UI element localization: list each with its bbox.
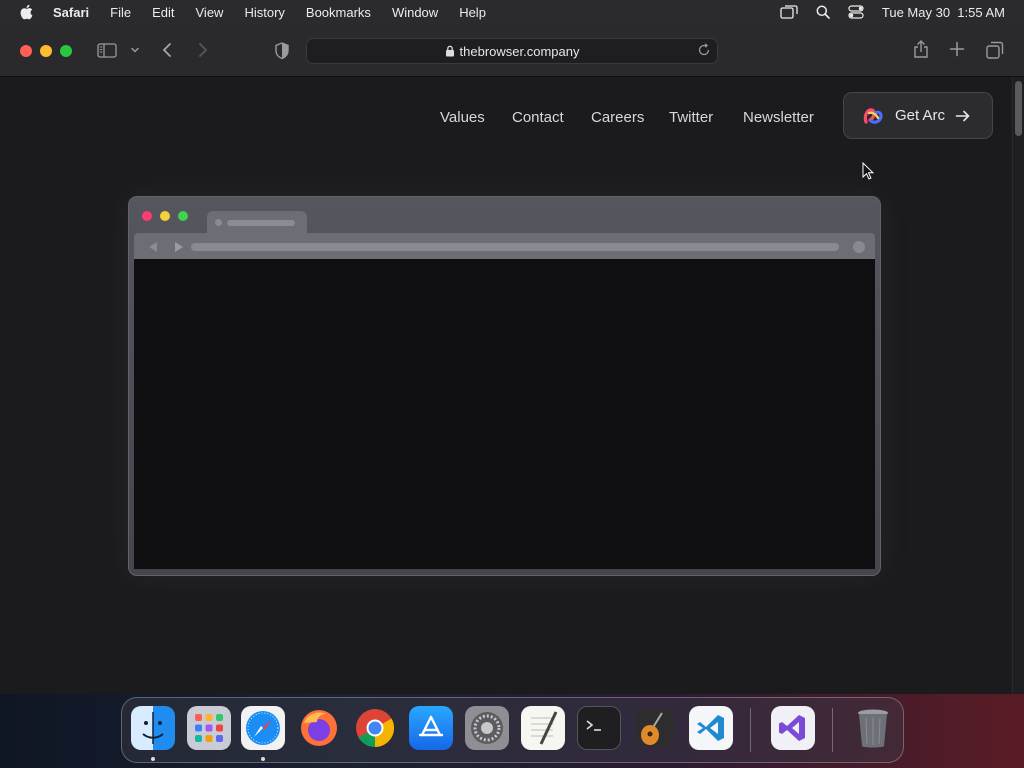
reload-icon[interactable]	[697, 43, 711, 60]
dock-separator-trash	[832, 708, 833, 752]
screen-mirroring-icon[interactable]	[780, 5, 798, 19]
vscode-icon[interactable]	[689, 706, 733, 750]
page-scrollbar[interactable]	[1012, 78, 1024, 694]
nav-contact-link[interactable]: Contact	[512, 109, 564, 126]
sidebar-toggle-icon[interactable]	[97, 43, 117, 58]
zoom-window-button[interactable]	[60, 45, 72, 57]
share-icon[interactable]	[912, 39, 930, 59]
chevron-down-icon[interactable]	[130, 46, 140, 54]
safari-window: thebrowser.company Values Contact Career…	[0, 24, 1024, 694]
menu-app-name[interactable]: Safari	[53, 5, 89, 20]
lock-icon	[445, 45, 455, 57]
textedit-icon[interactable]	[521, 706, 565, 750]
address-url: thebrowser.company	[459, 43, 580, 59]
nav-values-link[interactable]: Values	[440, 109, 485, 126]
illustration-content-area	[134, 259, 875, 569]
menu-view[interactable]: View	[196, 5, 224, 20]
menu-file[interactable]: File	[110, 5, 131, 20]
new-tab-plus-icon[interactable]	[949, 41, 965, 57]
back-arrow-icon[interactable]	[161, 42, 173, 58]
menu-edit[interactable]: Edit	[152, 5, 174, 20]
close-window-button[interactable]	[20, 45, 32, 57]
forward-arrow-icon[interactable]	[197, 42, 209, 58]
get-arc-label: Get Arc	[895, 107, 946, 124]
menu-bookmarks[interactable]: Bookmarks	[306, 5, 371, 20]
illustration-tab	[207, 211, 307, 233]
apple-menu-icon[interactable]	[19, 4, 35, 20]
illustration-url-dot	[853, 241, 865, 253]
menu-window[interactable]: Window	[392, 5, 438, 20]
illustration-url-bar	[191, 243, 839, 251]
menu-clock[interactable]: Tue May 30 1:55 AM	[882, 5, 1005, 20]
arc-logo-icon	[862, 106, 884, 126]
webpage-content: Values Contact Careers Twitter Newslette…	[0, 78, 1012, 694]
dock	[121, 697, 904, 763]
tab-overview-icon[interactable]	[986, 41, 1004, 59]
chrome-icon[interactable]	[353, 706, 397, 750]
illustration-close-dot	[142, 211, 152, 221]
minimize-window-button[interactable]	[40, 45, 52, 57]
arrow-right-icon	[955, 109, 971, 123]
illustration-forward-icon	[173, 240, 185, 258]
visual-studio-icon[interactable]	[771, 706, 815, 750]
nav-newsletter-link[interactable]: Newsletter	[743, 109, 814, 126]
mouse-pointer-icon	[862, 161, 875, 185]
illustration-back-icon	[147, 240, 159, 258]
get-arc-button[interactable]: Get Arc	[843, 92, 993, 139]
menu-bar: Safari File Edit View History Bookmarks …	[0, 0, 1024, 24]
safari-toolbar: thebrowser.company	[0, 24, 1024, 77]
browser-illustration	[128, 196, 881, 576]
control-center-icon[interactable]	[848, 5, 864, 19]
nav-twitter-link[interactable]: Twitter	[669, 109, 713, 126]
launchpad-icon[interactable]	[187, 706, 231, 750]
illustration-zoom-dot	[178, 211, 188, 221]
nav-careers-link[interactable]: Careers	[591, 109, 644, 126]
garageband-icon[interactable]	[633, 706, 677, 750]
terminal-icon[interactable]	[577, 706, 621, 750]
finder-icon[interactable]	[131, 706, 175, 750]
finder-running-indicator	[151, 757, 155, 761]
spotlight-search-icon[interactable]	[816, 5, 830, 19]
dock-separator	[750, 708, 751, 752]
safari-app-icon[interactable]	[241, 706, 285, 750]
menu-help[interactable]: Help	[459, 5, 486, 20]
system-settings-icon[interactable]	[465, 706, 509, 750]
safari-running-indicator	[261, 757, 265, 761]
privacy-shield-icon[interactable]	[274, 42, 290, 60]
address-bar[interactable]: thebrowser.company	[306, 38, 718, 64]
illustration-minimize-dot	[160, 211, 170, 221]
app-store-icon[interactable]	[409, 706, 453, 750]
scrollbar-thumb[interactable]	[1015, 81, 1022, 136]
menu-history[interactable]: History	[244, 5, 284, 20]
firefox-icon[interactable]	[297, 706, 341, 750]
trash-icon[interactable]	[851, 706, 895, 750]
